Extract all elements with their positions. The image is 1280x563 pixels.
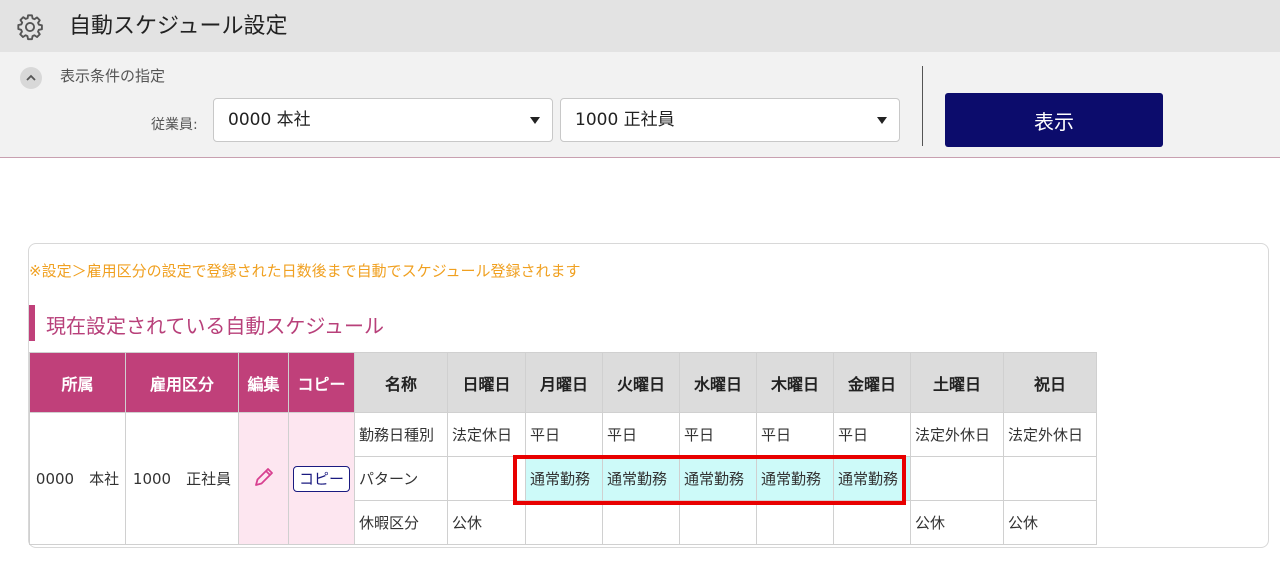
section-accent-bar	[29, 305, 35, 341]
table-row: 0000 本社 1000 正社員 コピー 勤務日種別 法定休日 平日 平日 平日…	[29, 412, 1098, 545]
conditions-label: 表示条件の指定	[60, 67, 166, 85]
chevron-up-icon	[26, 74, 36, 81]
schedule-table: 所属 雇用区分 編集 コピー 名称 日曜日 月曜日 火曜日 水曜日 木曜日 金曜…	[29, 352, 1098, 545]
dropdown-arrow-icon	[877, 117, 887, 124]
cell: 公休	[910, 500, 1005, 545]
cell	[679, 500, 758, 545]
page-title: 自動スケジュール設定	[69, 14, 288, 39]
row-name-workday-type: 勤務日種別	[354, 412, 449, 457]
pattern-cell: 通常勤務	[833, 456, 912, 501]
cell	[525, 500, 604, 545]
cell	[602, 500, 681, 545]
header-employment: 雇用区分	[125, 352, 239, 413]
cell	[1003, 456, 1098, 501]
header-monday: 月曜日	[525, 352, 604, 413]
copy-cell: コピー	[287, 412, 356, 545]
pattern-cell: 通常勤務	[602, 456, 681, 501]
cell: 平日	[756, 412, 835, 457]
cell	[910, 456, 1005, 501]
section-title: 現在設定されている自動スケジュール	[46, 314, 384, 338]
gear-icon[interactable]	[16, 13, 44, 41]
header-holiday: 祝日	[1003, 352, 1098, 413]
header-affiliation: 所属	[29, 352, 126, 413]
header-thursday: 木曜日	[756, 352, 835, 413]
cell: 法定外休日	[1003, 412, 1098, 457]
header-name: 名称	[354, 352, 449, 413]
cell	[833, 500, 912, 545]
affiliation-select[interactable]: 0000 本社	[213, 98, 553, 142]
divider	[922, 66, 923, 146]
dropdown-arrow-icon	[530, 117, 540, 124]
header-tuesday: 火曜日	[602, 352, 681, 413]
employment-select-value: 1000 正社員	[575, 110, 675, 130]
cell: 公休	[1003, 500, 1098, 545]
cell: 平日	[833, 412, 912, 457]
header-wednesday: 水曜日	[679, 352, 758, 413]
title-bar: 自動スケジュール設定	[0, 0, 1280, 52]
cell: 法定休日	[447, 412, 527, 457]
header-friday: 金曜日	[833, 352, 912, 413]
cell: 平日	[679, 412, 758, 457]
cell: 平日	[602, 412, 681, 457]
collapse-toggle[interactable]	[20, 67, 42, 89]
table-header-row: 所属 雇用区分 編集 コピー 名称 日曜日 月曜日 火曜日 水曜日 木曜日 金曜…	[29, 352, 1098, 413]
employee-label: 従業員:	[151, 117, 198, 133]
header-edit: 編集	[238, 352, 289, 413]
employment-cell: 1000 正社員	[125, 412, 239, 545]
row-name-pattern: パターン	[354, 456, 449, 501]
cell: 法定外休日	[910, 412, 1005, 457]
pattern-cell: 通常勤務	[756, 456, 835, 501]
header-saturday: 土曜日	[910, 352, 1005, 413]
affiliation-cell: 0000 本社	[29, 412, 126, 545]
pattern-cell: 通常勤務	[679, 456, 758, 501]
affiliation-select-value: 0000 本社	[228, 110, 311, 130]
show-button[interactable]: 表示	[945, 93, 1163, 147]
cell	[756, 500, 835, 545]
pattern-cell: 通常勤務	[525, 456, 604, 501]
cell	[447, 456, 527, 501]
header-sunday: 日曜日	[447, 352, 527, 413]
employment-select[interactable]: 1000 正社員	[560, 98, 900, 142]
pencil-icon[interactable]	[252, 465, 276, 489]
header-copy: コピー	[287, 352, 356, 413]
notice-text: ※設定＞雇用区分の設定で登録された日数後まで自動でスケジュール登録されます	[29, 262, 581, 280]
cell: 平日	[525, 412, 604, 457]
edit-cell	[238, 412, 289, 545]
row-name-leave-type: 休暇区分	[354, 500, 449, 545]
cell: 公休	[447, 500, 527, 545]
copy-button[interactable]: コピー	[293, 465, 351, 492]
conditions-panel: 表示条件の指定 従業員: 0000 本社 1000 正社員 表示	[0, 52, 1280, 158]
